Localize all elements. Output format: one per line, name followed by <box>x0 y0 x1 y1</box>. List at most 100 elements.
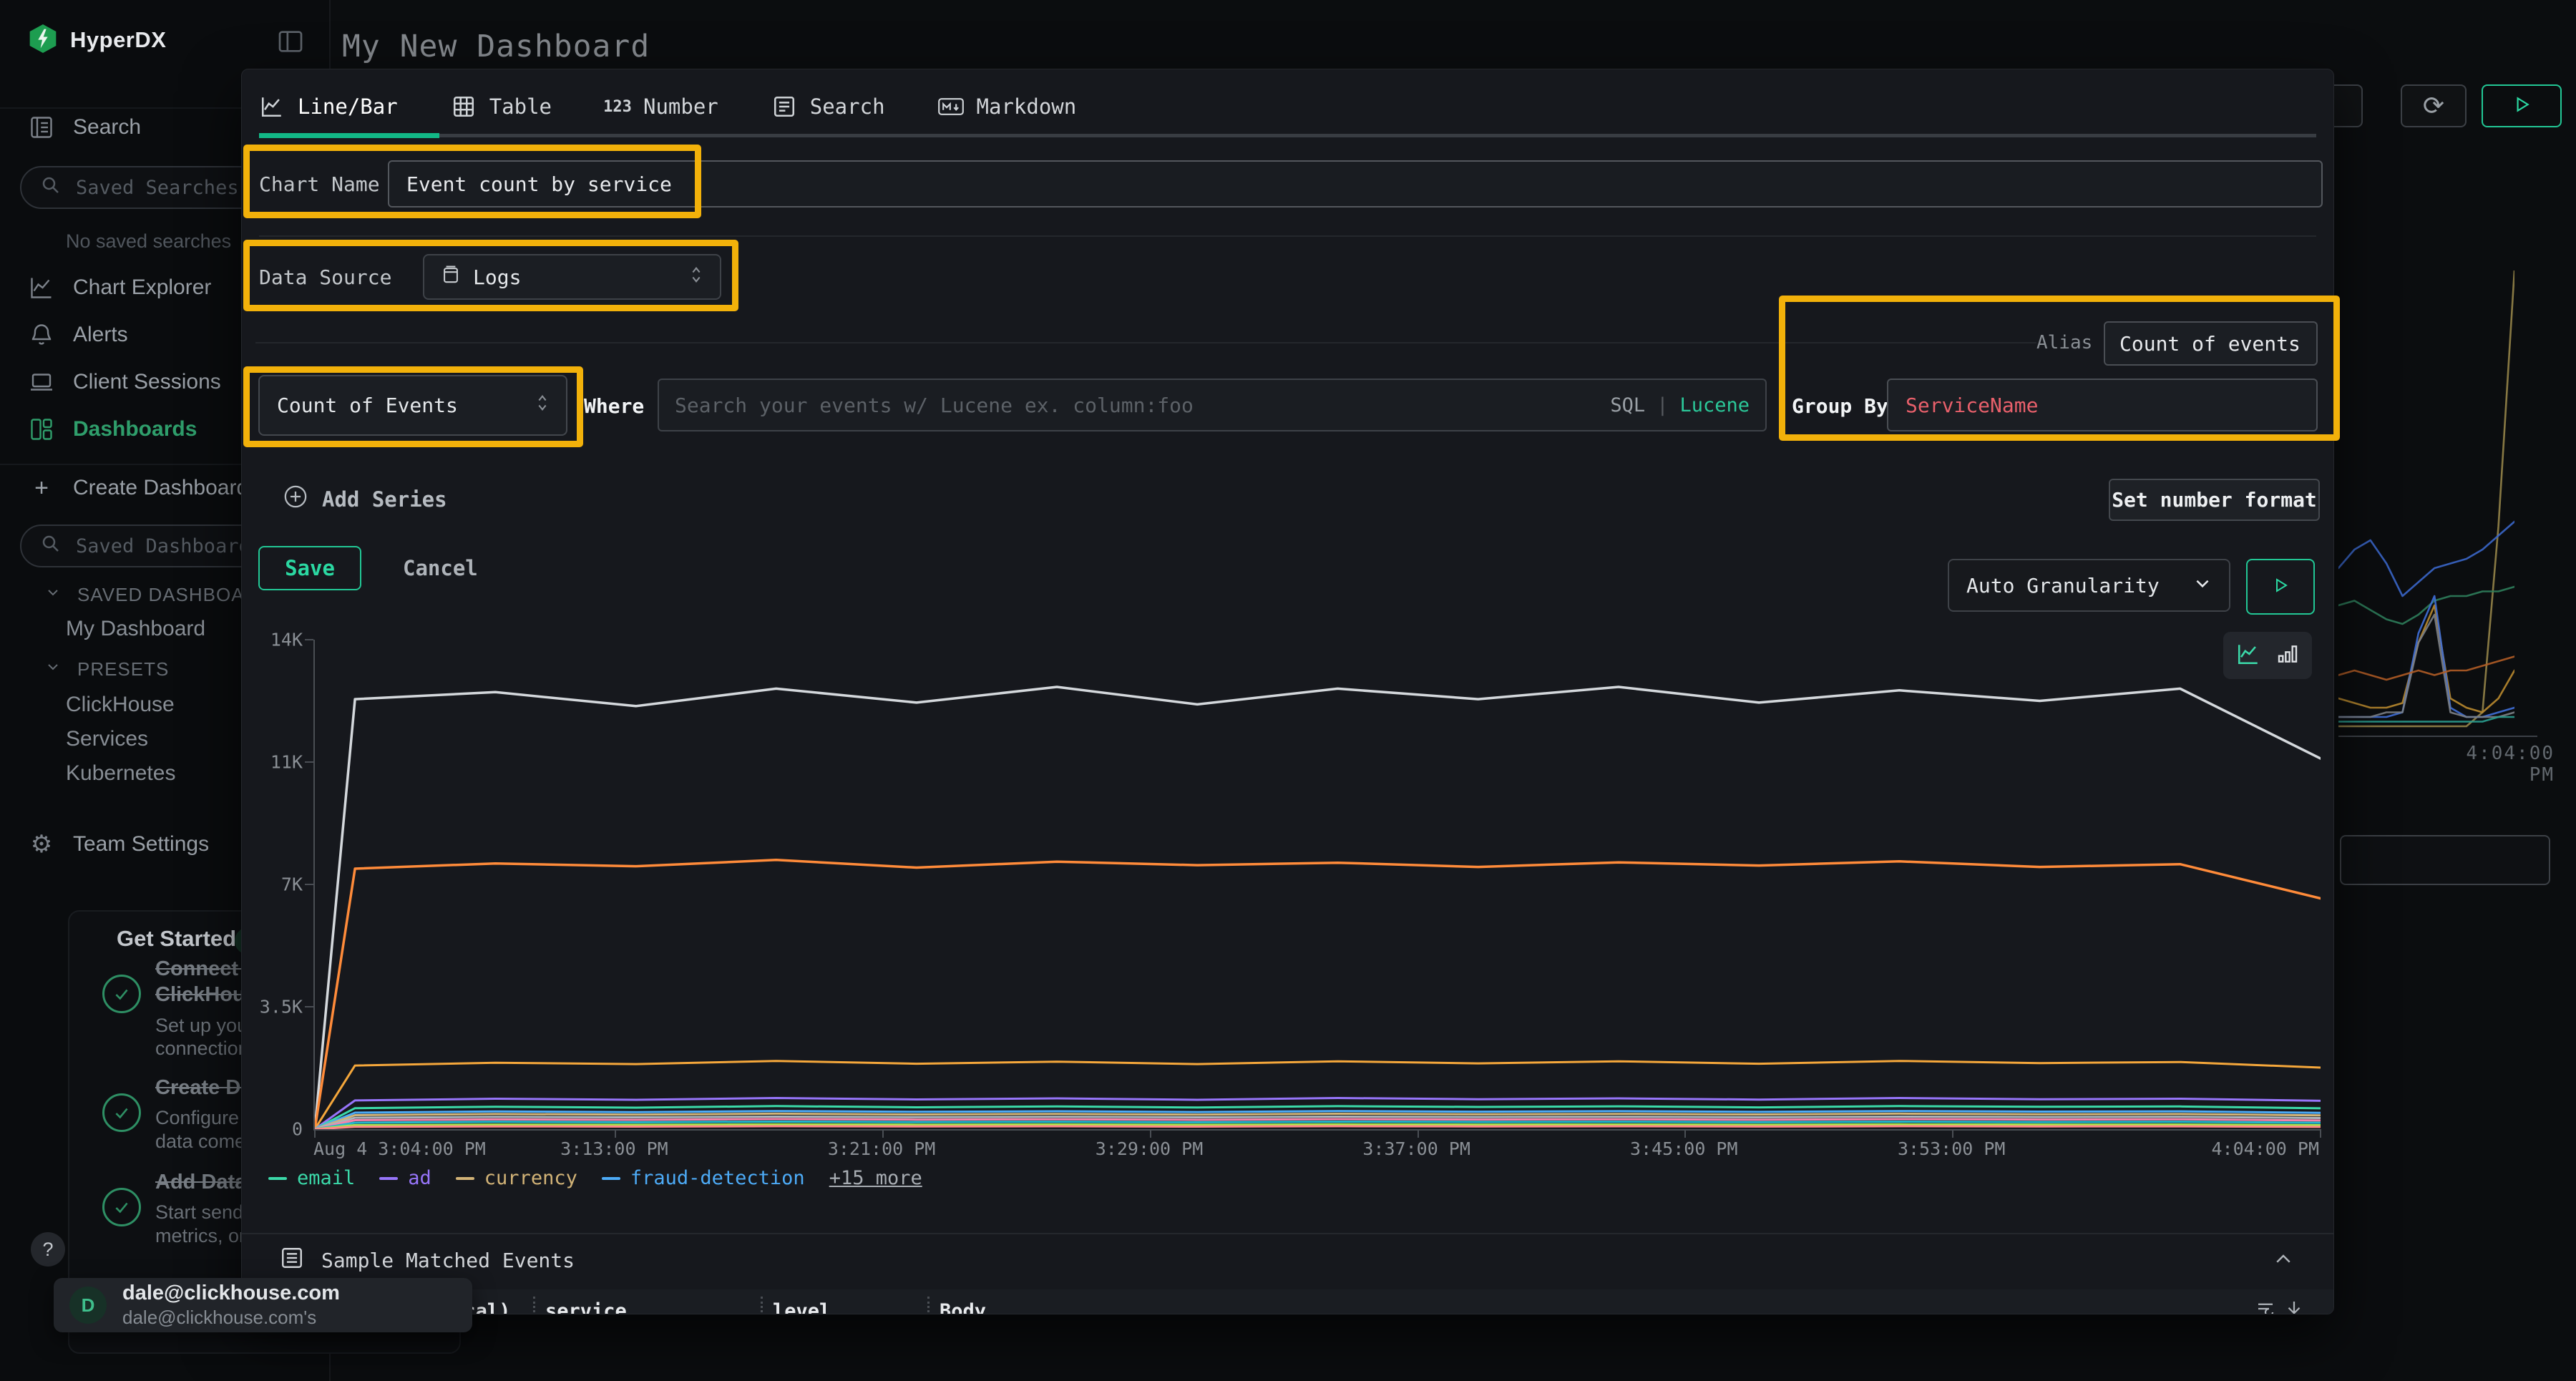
database-icon <box>441 265 460 290</box>
where-input[interactable]: Search your events w/ Lucene ex. column:… <box>658 379 1767 431</box>
sidebar-item-services[interactable]: Services <box>66 727 148 751</box>
x-tick-label: Aug 4 3:04:00 PM <box>313 1138 486 1159</box>
plus-icon: + <box>29 475 54 501</box>
main-chart[interactable] <box>313 640 2321 1131</box>
y-tick-label: 14K <box>251 630 303 650</box>
group-by-input[interactable] <box>1887 379 2318 431</box>
granularity-select[interactable]: Auto Granularity <box>1948 559 2230 612</box>
x-tick-mark <box>1684 1129 1686 1138</box>
chart-editor-modal: Line/Bar Table 123 Number Search Markdow… <box>241 69 2334 1314</box>
play-icon <box>2512 95 2531 117</box>
check-circle-icon <box>102 1188 141 1226</box>
filter-icon[interactable] <box>2255 1298 2276 1315</box>
y-tick-mark <box>305 761 313 763</box>
chevron-down-icon <box>2193 574 2212 597</box>
page-title: My New Dashboard <box>342 29 650 64</box>
sidebar-item-my-dashboard[interactable]: My Dashboard <box>66 617 205 641</box>
column-header[interactable]: service <box>535 1297 761 1314</box>
data-source-select[interactable]: Logs <box>423 254 721 300</box>
background-mini-chart <box>2338 270 2514 736</box>
add-series-label: Add Series <box>322 487 447 512</box>
markdown-icon <box>938 94 964 119</box>
x-tick-mark <box>1952 1129 1953 1138</box>
select-chevrons-icon <box>690 265 703 290</box>
legend-item[interactable]: email <box>268 1167 355 1189</box>
y-tick-mark <box>305 639 313 640</box>
alias-label: Alias <box>2036 332 2092 353</box>
y-tick-label: 7K <box>251 874 303 895</box>
line-chart-icon <box>259 94 285 119</box>
aggregation-value: Count of Events <box>277 394 458 417</box>
where-placeholder: Search your events w/ Lucene ex. column:… <box>675 394 1194 417</box>
chart-line-icon <box>29 275 54 301</box>
set-number-format-button[interactable]: Set number format <box>2109 479 2320 521</box>
legend-item[interactable]: fraud-detection <box>602 1167 805 1189</box>
legend-swatch <box>456 1177 474 1180</box>
tab-underline-track <box>259 134 2316 137</box>
tab-line-bar[interactable]: Line/Bar <box>259 94 398 119</box>
add-series-button[interactable]: Add Series <box>283 484 447 514</box>
legend-label: ad <box>408 1167 431 1189</box>
group-by-label: Group By <box>1792 394 1888 418</box>
user-email: dale@clickhouse.com <box>122 1282 452 1305</box>
tab-table[interactable]: Table <box>451 94 552 119</box>
x-tick-label: 4:04:00 PM <box>2211 1138 2319 1159</box>
x-tick-mark <box>2320 1129 2321 1138</box>
create-dashboard-label: Create Dashboard <box>73 476 248 500</box>
brand[interactable]: HyperDX <box>29 23 166 57</box>
y-tick-mark <box>305 1006 313 1007</box>
laptop-icon <box>29 369 54 395</box>
chart-name-input[interactable] <box>388 160 2323 208</box>
sidebar-item-label: Team Settings <box>73 832 209 857</box>
tab-label: Markdown <box>977 94 1077 119</box>
legend-item[interactable]: currency <box>456 1167 577 1189</box>
tab-number[interactable]: 123 Number <box>605 94 718 119</box>
alias-connector-line <box>255 342 2036 343</box>
x-axis-ticks <box>315 1129 2321 1138</box>
sidebar-item-label: Search <box>73 115 141 140</box>
avatar: D <box>69 1287 107 1324</box>
lucene-mode-toggle[interactable]: Lucene <box>1679 394 1750 416</box>
download-icon[interactable] <box>2283 1298 2305 1315</box>
cancel-button[interactable]: Cancel <box>403 556 478 580</box>
search-icon <box>40 175 62 201</box>
tab-search[interactable]: Search <box>771 94 885 119</box>
column-header[interactable]: level <box>763 1297 927 1314</box>
tab-label: Search <box>810 94 885 119</box>
x-tick-mark <box>615 1129 616 1138</box>
background-run-button[interactable] <box>2482 84 2562 127</box>
background-time-label: 4:04:00 PM <box>2433 743 2555 786</box>
background-panel <box>2340 835 2550 885</box>
user-tooltip[interactable]: D dale@clickhouse.com dale@clickhouse.co… <box>54 1278 472 1332</box>
search-doc-icon <box>29 114 54 140</box>
divider <box>242 1233 2333 1234</box>
refresh-button[interactable]: ⟳ <box>2401 84 2467 127</box>
check-circle-icon <box>102 1093 141 1132</box>
search-icon <box>40 533 62 560</box>
collapse-chevron-up-icon[interactable] <box>2273 1249 2294 1273</box>
x-tick-label: 3:53:00 PM <box>1898 1138 2006 1159</box>
tab-bar: Line/Bar Table 123 Number Search Markdow… <box>259 84 1076 130</box>
search-list-icon <box>771 94 797 119</box>
sidebar-item-clickhouse[interactable]: ClickHouse <box>66 693 175 717</box>
presets-section[interactable]: PRESETS <box>44 658 169 680</box>
sidebar-item-kubernetes[interactable]: Kubernetes <box>66 761 175 786</box>
legend-item[interactable]: ad <box>379 1167 431 1189</box>
user-subtitle: dale@clickhouse.com's <box>122 1307 452 1329</box>
save-button[interactable]: Save <box>258 546 361 590</box>
chart-name-label: Chart Name <box>259 172 380 196</box>
sidebar-collapse-icon[interactable] <box>276 27 305 56</box>
column-header[interactable]: Body <box>930 1297 2255 1314</box>
alias-input[interactable] <box>2104 321 2318 366</box>
sample-events-header[interactable]: Sample Matched Events <box>280 1246 575 1275</box>
legend-more-link[interactable]: +15 more <box>829 1167 922 1189</box>
aggregation-select[interactable]: Count of Events <box>258 375 567 436</box>
tab-label: Table <box>489 94 552 119</box>
help-button[interactable]: ? <box>31 1232 65 1267</box>
divider <box>259 235 2316 237</box>
tab-markdown[interactable]: Markdown <box>938 94 1077 119</box>
sql-mode-toggle[interactable]: SQL <box>1610 394 1645 416</box>
no-saved-searches-text: No saved searches <box>66 230 231 253</box>
y-tick-mark <box>305 884 313 885</box>
run-query-button[interactable] <box>2246 559 2315 615</box>
